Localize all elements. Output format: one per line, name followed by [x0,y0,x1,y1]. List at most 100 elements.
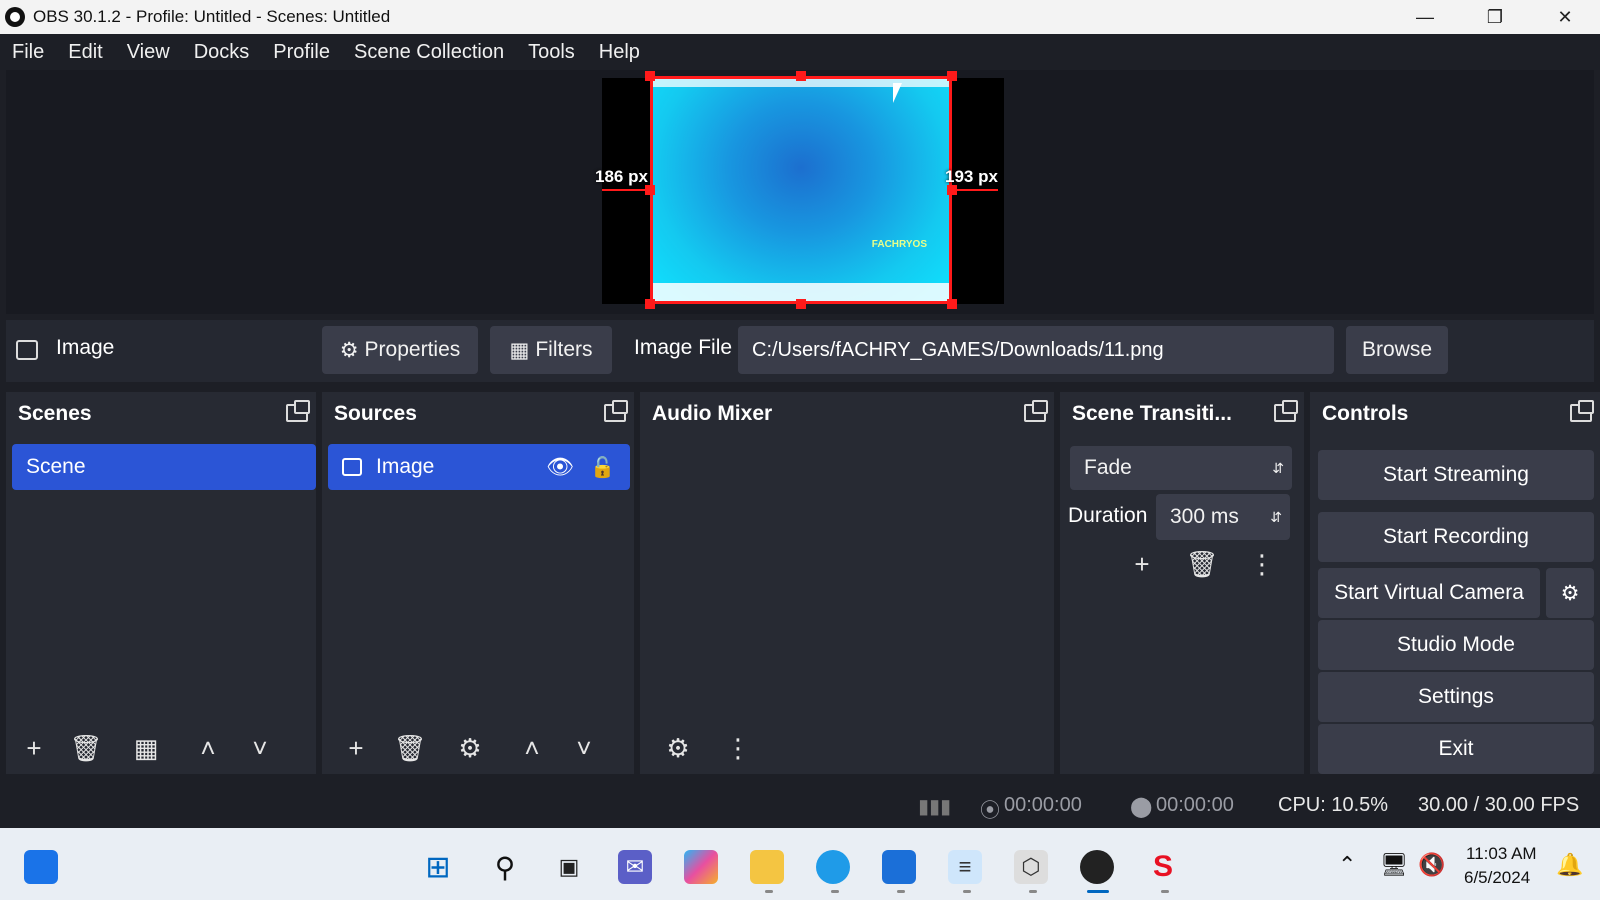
left-distance-line [602,189,648,191]
add-source-button[interactable]: + [336,728,376,768]
search-icon[interactable]: ⚲ [488,850,522,884]
filters-button[interactable]: ▦ Filters [490,326,612,374]
transition-menu-button[interactable]: ⋮ [1242,544,1282,584]
source-item-label: Image [376,455,435,478]
studio-mode-button[interactable]: Studio Mode [1318,620,1594,670]
task-view-icon[interactable]: ▣ [552,850,586,884]
spin-arrows-icon[interactable]: ⇵ [1270,509,1282,526]
move-source-down-button[interactable]: ˅ [564,728,604,768]
red-s-app-icon[interactable]: S [1146,850,1180,884]
record-timer: 00:00:00 [1156,794,1234,816]
advanced-audio-settings-button[interactable]: ⚙ [658,728,698,768]
image-source-icon [16,340,38,360]
image-source-preview[interactable]: FACHRYOS [650,76,952,304]
move-scene-up-button[interactable]: ˄ [188,728,228,768]
menu-tools[interactable]: Tools [528,41,575,64]
filters-icon: ▦ [509,338,530,362]
visibility-eye-icon[interactable]: 👁 [546,454,574,480]
teams-chat-icon[interactable]: ✉ [618,850,652,884]
running-indicator [765,890,773,893]
scene-filters-button[interactable]: ▦ [126,728,166,768]
clock-date[interactable]: 6/5/2024 [1464,868,1530,888]
close-button[interactable]: ✕ [1530,0,1600,34]
remove-transition-button[interactable]: 🗑 [1182,544,1222,584]
resize-handle-top-left[interactable] [645,71,655,81]
properties-button[interactable]: ⚙ Properties [322,326,478,374]
image-file-path-field[interactable]: C:/Users/fACHRY_GAMES/Downloads/11.png [738,326,1334,374]
running-indicator [831,890,839,893]
menu-bar: File Edit View Docks Profile Scene Colle… [0,34,1600,70]
remove-source-button[interactable]: 🗑 [390,728,430,768]
undock-icon[interactable] [604,400,628,422]
undock-icon[interactable] [1024,400,1048,422]
move-source-up-button[interactable]: ˄ [512,728,552,768]
start-streaming-button[interactable]: Start Streaming [1318,450,1594,500]
volume-muted-icon[interactable]: 🔇 [1418,852,1445,878]
start-virtual-camera-button[interactable]: Start Virtual Camera [1318,568,1540,618]
start-windows-icon[interactable]: ⊞ [421,850,455,884]
edge-browser-icon[interactable] [816,850,850,884]
scene-transitions-title: Scene Transiti... [1072,402,1232,425]
stream-status-icon: ⦿ [980,800,1000,822]
widgets-icon[interactable] [24,850,58,884]
undock-icon[interactable] [1274,400,1298,422]
duration-spinbox[interactable]: 300 ms ⇵ [1156,494,1290,540]
exit-button[interactable]: Exit [1318,724,1594,774]
resize-handle-top[interactable] [796,71,806,81]
transition-selected-value: Fade [1084,456,1132,479]
active-app-indicator [1087,890,1109,893]
virtual-camera-settings-button[interactable]: ⚙ [1546,568,1594,618]
menu-file[interactable]: File [12,41,44,64]
undock-icon[interactable] [286,400,310,422]
resize-handle-bottom-left[interactable] [645,299,655,309]
controls-title: Controls [1322,402,1409,425]
minimize-button[interactable]: — [1390,0,1460,34]
cpu-usage: CPU: 10.5% [1278,794,1389,816]
move-scene-down-button[interactable]: ˅ [240,728,280,768]
network-bars-icon: ▮▮▮ [918,796,952,818]
right-distance-label: 193 px [945,167,998,186]
menu-scene-collection[interactable]: Scene Collection [354,41,504,64]
start-recording-button[interactable]: Start Recording [1318,512,1594,562]
resize-handle-bottom-right[interactable] [947,299,957,309]
notepad-icon[interactable]: ≡ [948,850,982,884]
transition-select[interactable]: Fade ⇵ [1070,446,1292,490]
copilot-icon[interactable] [684,850,718,884]
right-distance-line [952,189,998,191]
obs-taskbar-icon[interactable] [1080,850,1114,884]
maximize-button[interactable]: ❐ [1460,0,1530,34]
add-scene-button[interactable]: + [14,728,54,768]
resize-handle-top-right[interactable] [947,71,957,81]
clock-time[interactable]: 11:03 AM [1466,844,1537,864]
context-source-name: Image [56,336,115,359]
browse-button[interactable]: Browse [1346,326,1448,374]
source-properties-button[interactable]: ⚙ [450,728,490,768]
scene-transitions-dock: Scene Transiti... Fade ⇵ Duration 300 ms… [1060,392,1304,774]
notification-bell-icon[interactable]: 🔔 [1556,852,1583,878]
add-transition-button[interactable]: + [1122,544,1162,584]
app-cube-icon[interactable]: ⬡ [1014,850,1048,884]
scenes-dock-title: Scenes [18,402,92,425]
microsoft-store-icon[interactable] [882,850,916,884]
lock-icon[interactable]: 🔓 [590,455,615,480]
scene-item[interactable]: Scene [12,444,316,490]
network-icon[interactable]: 🖥 [1380,852,1408,878]
menu-edit[interactable]: Edit [68,41,102,64]
settings-button[interactable]: Settings [1318,672,1594,722]
obs-logo-icon [5,7,25,27]
resize-handle-bottom[interactable] [796,299,806,309]
sources-dock-title: Sources [334,402,417,425]
menu-docks[interactable]: Docks [194,41,250,64]
show-hidden-icons-chevron-icon[interactable]: ⌃ [1338,852,1356,878]
audio-mixer-menu-button[interactable]: ⋮ [718,728,758,768]
remove-scene-button[interactable]: 🗑 [66,728,106,768]
menu-profile[interactable]: Profile [273,41,330,64]
source-item[interactable]: Image 👁 🔓 [328,444,630,490]
file-explorer-icon[interactable] [750,850,784,884]
menu-view[interactable]: View [127,41,170,64]
preview-brand-text: FACHRYOS [871,239,927,250]
gear-icon: ⚙ [1560,581,1580,605]
undock-icon[interactable] [1570,400,1594,422]
menu-help[interactable]: Help [599,41,640,64]
running-indicator [1029,890,1037,893]
